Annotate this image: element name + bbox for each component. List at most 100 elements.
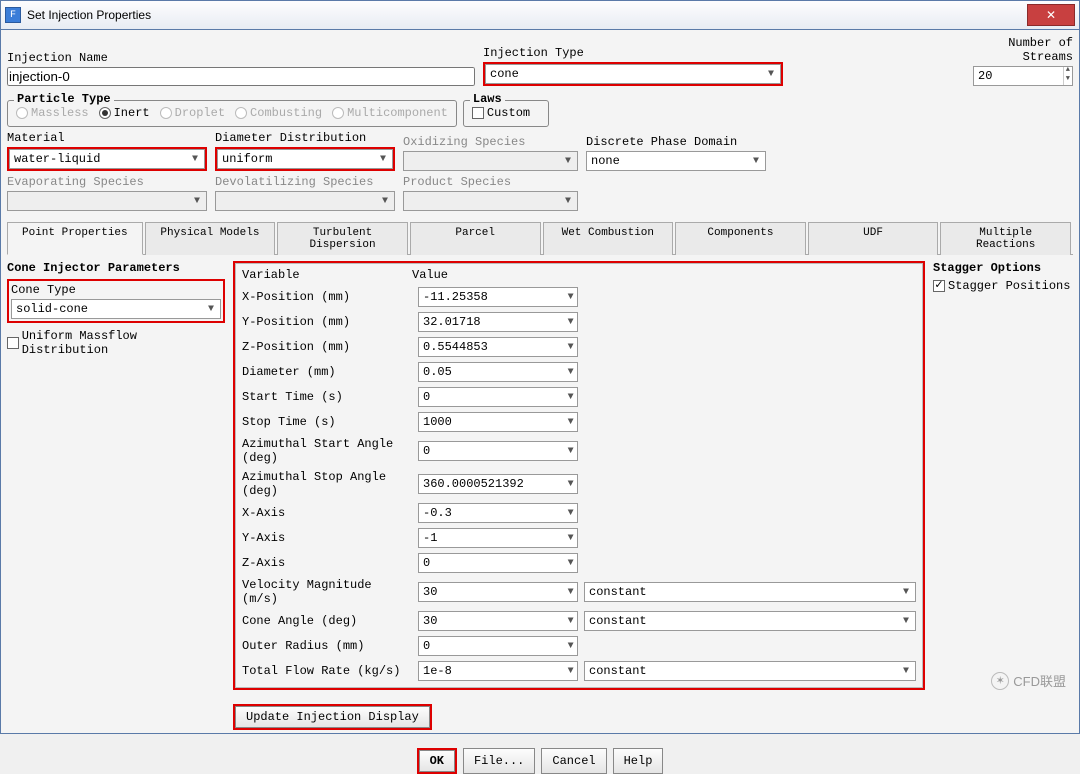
variable-value-input[interactable]: ▼ <box>418 528 578 548</box>
variable-row: Diameter (mm) ▼ <box>242 362 916 382</box>
chevron-down-icon: ▼ <box>749 156 763 167</box>
variable-row: Z-Position (mm)▼ <box>242 337 916 357</box>
variable-value-input[interactable]: ▼ <box>418 362 578 382</box>
variable-label: Total Flow Rate (kg/s) <box>242 664 412 678</box>
variable-row: Y-Axis▼ <box>242 528 916 548</box>
variable-label: Cone Angle (deg) <box>242 614 412 628</box>
variables-table: Variable Value X-Position (mm)▼Y-Positio… <box>235 263 923 688</box>
variable-law-dropdown[interactable]: constant▼ <box>584 661 916 681</box>
variable-row: Cone Angle (deg)▼constant▼ <box>242 611 916 631</box>
variable-value-input[interactable]: ▼ <box>418 312 578 332</box>
close-button[interactable]: ✕ <box>1027 4 1075 26</box>
variable-label: Diameter (mm) <box>242 365 412 379</box>
chevron-down-icon: ▼ <box>561 156 575 167</box>
cone-type-label: Cone Type <box>11 283 76 297</box>
variable-value-input[interactable]: ▼ <box>418 661 578 681</box>
tab-wet-combustion[interactable]: Wet Combustion <box>543 222 674 255</box>
chevron-down-icon[interactable]: ▼ <box>564 533 577 544</box>
cone-type-dropdown[interactable]: solid-cone▼ <box>11 299 221 319</box>
window-title: Set Injection Properties <box>27 8 151 22</box>
cancel-button[interactable]: Cancel <box>541 748 606 774</box>
radio-multicomponent: Multicomponent <box>332 106 448 120</box>
diameter-dist-dropdown[interactable]: uniform▼ <box>217 149 393 169</box>
variable-row: Z-Axis▼ <box>242 553 916 573</box>
variable-value-input[interactable]: ▼ <box>418 636 578 656</box>
laws-legend: Laws <box>470 92 505 106</box>
chevron-down-icon[interactable]: ▼ <box>564 558 577 569</box>
variable-value-input[interactable]: ▼ <box>418 611 578 631</box>
radio-massless: Massless <box>16 106 89 120</box>
update-injection-display-button[interactable]: Update Injection Display <box>235 706 430 728</box>
discrete-domain-dropdown[interactable]: none▼ <box>586 151 766 171</box>
tab-physical-models[interactable]: Physical Models <box>145 222 276 255</box>
variable-value-input[interactable]: ▼ <box>418 503 578 523</box>
chevron-down-icon: ▼ <box>376 154 390 165</box>
app-icon: F <box>5 7 21 23</box>
variable-value-input[interactable]: ▼ <box>418 412 578 432</box>
help-button[interactable]: Help <box>613 748 664 774</box>
tab-turbulent-dispersion[interactable]: Turbulent Dispersion <box>277 222 408 255</box>
injection-name-input[interactable] <box>7 67 475 86</box>
variable-value-input[interactable]: ▼ <box>418 441 578 461</box>
tab-point-properties[interactable]: Point Properties <box>7 222 143 255</box>
checkbox-uniform-massflow[interactable]: Uniform Massflow Distribution <box>7 329 225 357</box>
chevron-down-icon[interactable]: ▼ <box>564 587 577 598</box>
chevron-down-icon[interactable]: ▼ <box>564 446 577 457</box>
injection-type-label: Injection Type <box>483 46 961 60</box>
chevron-down-icon[interactable]: ▼ <box>564 317 577 328</box>
variable-row: Azimuthal Start Angle (deg)▼ <box>242 437 916 465</box>
column-variable: Variable <box>242 268 412 282</box>
chevron-down-icon[interactable]: ▼ <box>564 616 577 627</box>
variable-label: X-Position (mm) <box>242 290 412 304</box>
variable-value-input[interactable]: ▼ <box>418 582 578 602</box>
tab-components[interactable]: Components <box>675 222 806 255</box>
radio-droplet: Droplet <box>160 106 225 120</box>
tab-multiple-reactions[interactable]: Multiple Reactions <box>940 222 1071 255</box>
titlebar: F Set Injection Properties ✕ <box>0 0 1080 30</box>
variable-value-input[interactable]: ▼ <box>418 387 578 407</box>
tab-parcel[interactable]: Parcel <box>410 222 541 255</box>
radio-combusting: Combusting <box>235 106 322 120</box>
devol-dropdown: ▼ <box>215 191 395 211</box>
injection-type-dropdown[interactable]: cone ▼ <box>485 64 781 84</box>
checkbox-stagger-positions[interactable]: Stagger Positions <box>933 279 1073 293</box>
variable-value-input[interactable]: ▼ <box>418 474 578 494</box>
checkbox-custom[interactable]: Custom <box>472 106 540 120</box>
evap-dropdown: ▼ <box>7 191 207 211</box>
variable-row: Azimuthal Stop Angle (deg)▼ <box>242 470 916 498</box>
chevron-down-icon[interactable]: ▼ <box>564 292 577 303</box>
file-button[interactable]: File... <box>463 748 535 774</box>
variable-value-input[interactable]: ▼ <box>418 287 578 307</box>
watermark: ✶ CFD联盟 <box>991 671 1066 690</box>
chevron-down-icon[interactable]: ▼ <box>564 417 577 428</box>
chevron-down-icon[interactable]: ▼ <box>564 479 577 490</box>
ok-button[interactable]: OK <box>419 750 455 772</box>
radio-inert[interactable]: Inert <box>99 106 150 120</box>
injection-name-label: Injection Name <box>7 51 475 65</box>
tabs: Point Properties Physical Models Turbule… <box>7 221 1073 255</box>
chevron-down-icon[interactable]: ▼ <box>564 367 577 378</box>
variable-row: Stop Time (s) ▼ <box>242 412 916 432</box>
variable-law-dropdown[interactable]: constant▼ <box>584 611 916 631</box>
variable-label: Stop Time (s) <box>242 415 412 429</box>
variable-law-dropdown[interactable]: constant▼ <box>584 582 916 602</box>
chevron-down-icon[interactable]: ▼ <box>564 666 577 677</box>
chevron-down-icon[interactable]: ▼ <box>564 508 577 519</box>
diameter-dist-label: Diameter Distribution <box>215 131 395 145</box>
oxidizing-dropdown: ▼ <box>403 151 578 171</box>
spin-down-icon[interactable]: ▼ <box>1064 76 1072 85</box>
chevron-down-icon[interactable]: ▼ <box>564 392 577 403</box>
chevron-down-icon[interactable]: ▼ <box>564 342 577 353</box>
chevron-down-icon: ▼ <box>899 616 913 627</box>
variable-label: Outer Radius (mm) <box>242 639 412 653</box>
variable-label: X-Axis <box>242 506 412 520</box>
variable-row: Y-Position (mm)▼ <box>242 312 916 332</box>
chevron-down-icon: ▼ <box>188 154 202 165</box>
num-streams-input[interactable]: ▲▼ <box>973 66 1073 86</box>
chevron-down-icon[interactable]: ▼ <box>564 641 577 652</box>
chevron-down-icon: ▼ <box>899 587 913 598</box>
variable-value-input[interactable]: ▼ <box>418 337 578 357</box>
variable-value-input[interactable]: ▼ <box>418 553 578 573</box>
material-dropdown[interactable]: water-liquid▼ <box>9 149 205 169</box>
tab-udf[interactable]: UDF <box>808 222 939 255</box>
